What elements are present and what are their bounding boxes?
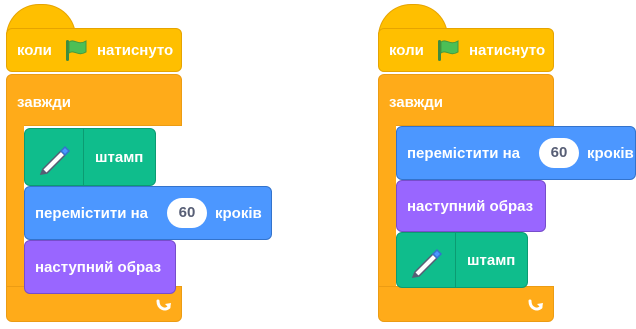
stamp-block[interactable]: штамп (24, 128, 156, 186)
forever-block[interactable]: завжди (378, 74, 554, 126)
hat-label-clicked: натиснуто (97, 42, 174, 59)
when-flag-clicked-block[interactable]: коли натиснуто (6, 28, 182, 72)
move-steps-block[interactable]: перемістити на 60 кроків (396, 126, 636, 180)
steps-label: кроків (215, 205, 262, 222)
steps-label: кроків (587, 145, 634, 162)
stamp-label: штамп (95, 149, 144, 166)
forever-label: завжди (17, 94, 72, 111)
stamp-label: штамп (467, 252, 516, 269)
stamp-block[interactable]: штамп (396, 232, 528, 288)
move-label: перемістити на (35, 205, 149, 222)
when-flag-clicked-block[interactable]: коли натиснуто (378, 28, 554, 72)
pen-icon-area (25, 129, 84, 185)
hat-label-clicked: натиснуто (469, 42, 546, 59)
move-label: перемістити на (407, 145, 521, 162)
pen-icon-area (397, 233, 456, 287)
hat-label-when: коли (389, 42, 424, 59)
next-costume-block[interactable]: наступний образ (396, 180, 546, 232)
forever-arm (378, 124, 396, 290)
forever-label: завжди (389, 94, 444, 111)
steps-input[interactable]: 60 (539, 138, 579, 168)
loop-arrow-icon (156, 299, 171, 311)
forever-block[interactable]: завжди (6, 74, 182, 126)
next-costume-block[interactable]: наступний образ (24, 240, 176, 294)
loop-arrow-icon (528, 299, 543, 311)
hat-label-when: коли (17, 42, 52, 59)
green-flag-icon (438, 40, 459, 61)
forever-bottom (378, 286, 554, 322)
next-costume-label: наступний образ (35, 259, 162, 276)
steps-input[interactable]: 60 (167, 198, 207, 228)
move-steps-block[interactable]: перемістити на 60 кроків (24, 186, 272, 240)
pen-icon (39, 145, 71, 175)
pen-icon (411, 248, 443, 278)
forever-arm (6, 124, 24, 290)
green-flag-icon (66, 40, 87, 61)
next-costume-label: наступний образ (407, 198, 534, 215)
